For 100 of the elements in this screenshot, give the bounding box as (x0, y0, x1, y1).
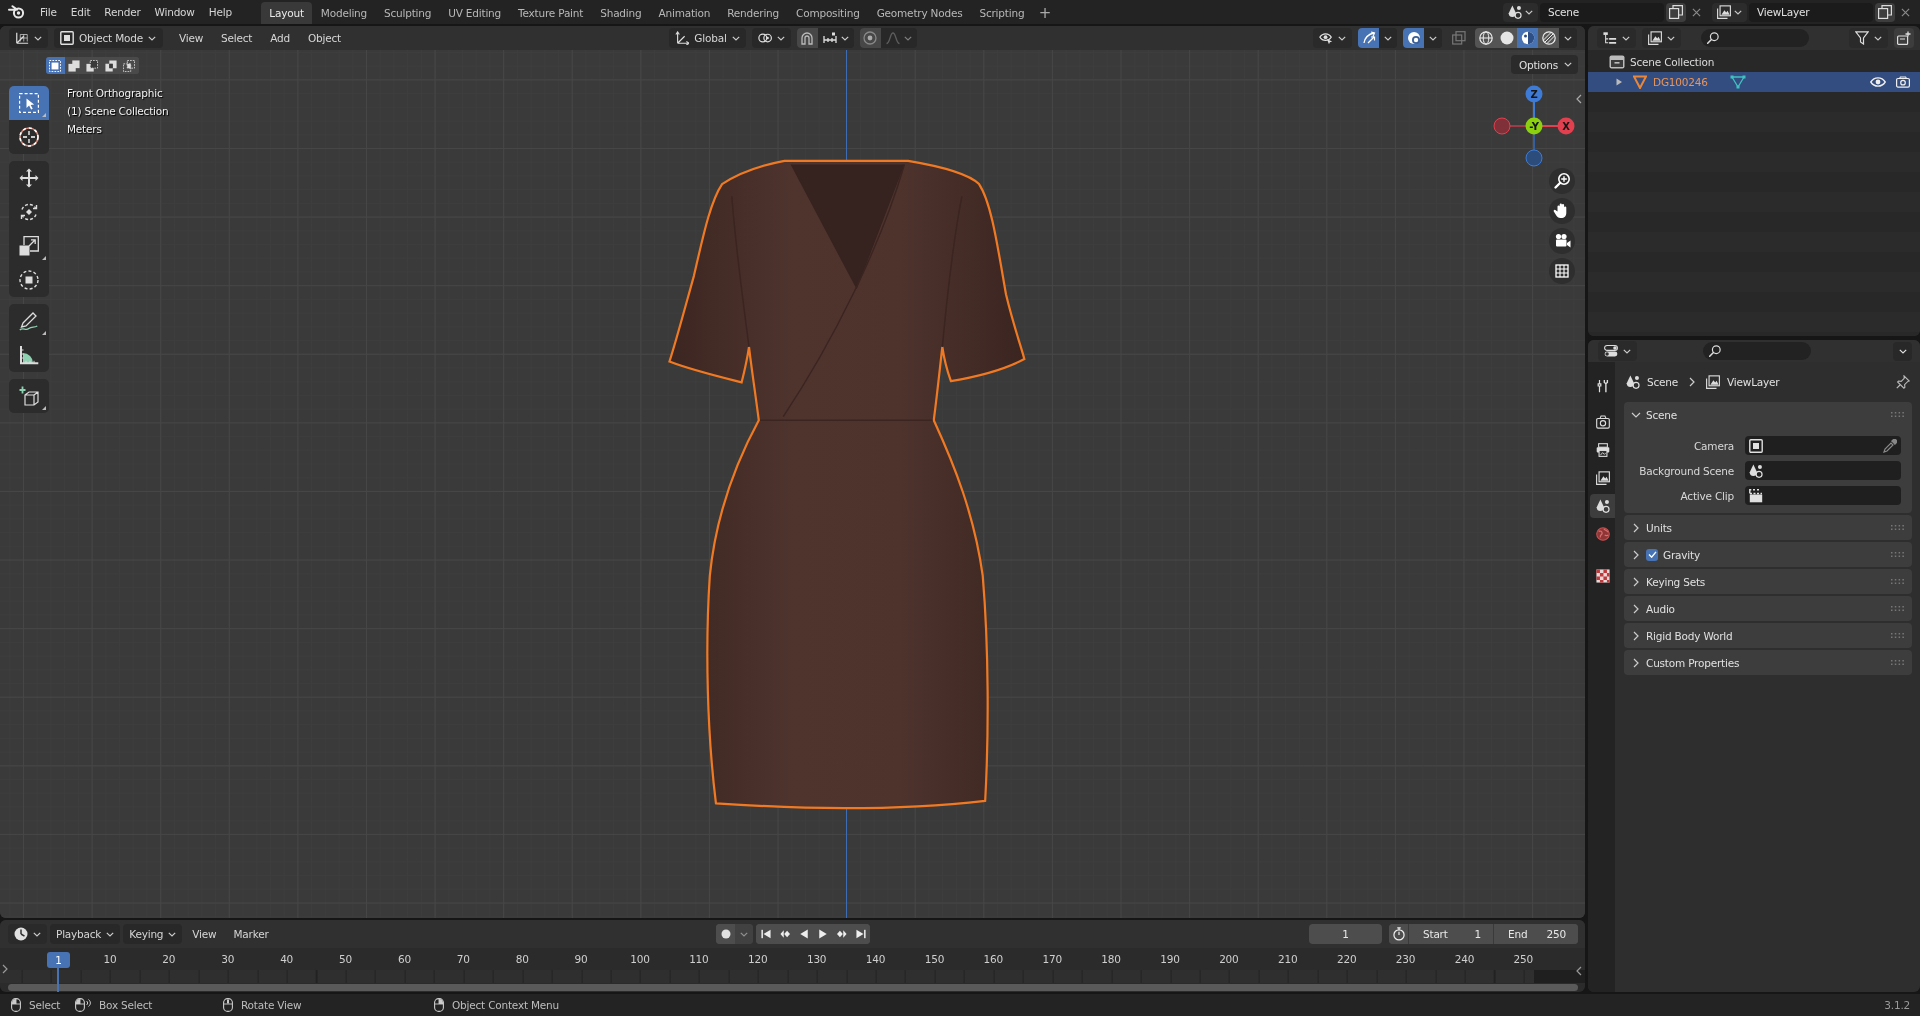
workspace-tab[interactable]: Shading (591, 2, 650, 24)
options-dropdown-button[interactable] (1893, 341, 1912, 361)
tool-button[interactable] (9, 338, 49, 372)
grid-icon[interactable] (1549, 258, 1575, 284)
playhead[interactable]: 1 (47, 952, 70, 968)
panel-title[interactable]: Scene (1646, 408, 1677, 421)
pin-icon[interactable] (1896, 375, 1910, 389)
camera-icon[interactable] (1549, 228, 1575, 254)
close-icon[interactable] (1901, 7, 1910, 17)
chevron-right-icon[interactable] (2, 964, 8, 974)
workspace-tab[interactable]: Texture Paint (509, 2, 592, 24)
current-frame-field[interactable]: 1 (1309, 924, 1382, 944)
editor-type-button[interactable] (9, 28, 48, 48)
editor-type-button[interactable] (1598, 341, 1637, 361)
search-field[interactable] (1701, 29, 1809, 47)
frame-track[interactable] (0, 970, 1585, 983)
panel-title[interactable]: Gravity (1663, 548, 1700, 561)
view-layer-browse-button[interactable] (1712, 2, 1747, 22)
drag-handle-icon[interactable] (1891, 525, 1904, 530)
close-icon[interactable] (1692, 7, 1701, 17)
view-layer-name-field[interactable]: ViewLayer (1749, 2, 1873, 22)
panel-title[interactable]: Units (1646, 521, 1672, 534)
preview-range-toggle[interactable] (1389, 924, 1408, 944)
drag-handle-icon[interactable] (1891, 633, 1904, 638)
selection-mode-button[interactable] (46, 57, 65, 74)
visibility-dropdown[interactable] (1313, 28, 1352, 48)
menu-item[interactable]: View (172, 28, 210, 48)
menu-item[interactable]: Edit (63, 2, 98, 22)
shading-mode-button[interactable] (1496, 28, 1517, 48)
workspace-tab[interactable]: Scripting (970, 2, 1033, 24)
chevron-icon[interactable] (1631, 630, 1641, 641)
menu-item[interactable]: Marker (226, 924, 276, 944)
menu-item[interactable]: Select (215, 28, 259, 48)
copy-button[interactable] (1666, 2, 1686, 22)
menu-item[interactable]: Add (264, 28, 296, 48)
viewport-grid[interactable]: Options Front Orthographic (1) Scene Collection Meters Z -Y X (0, 50, 1585, 918)
workspace-tab[interactable]: Rendering (718, 2, 788, 24)
gizmo-toggle[interactable] (1358, 28, 1379, 48)
chevron-left-icon[interactable] (1576, 94, 1582, 104)
menu-dropdown[interactable]: Playback (50, 924, 121, 944)
tool-button[interactable] (9, 263, 49, 297)
drag-handle-icon[interactable] (1891, 660, 1904, 665)
snap-toggle[interactable] (796, 28, 818, 48)
camera-icon[interactable] (1896, 75, 1910, 89)
display-mode-dropdown[interactable] (1642, 28, 1681, 48)
options-dropdown[interactable]: Options (1510, 55, 1578, 74)
workspace-tab[interactable]: Geometry Nodes (868, 2, 971, 24)
copy-button[interactable] (1875, 2, 1895, 22)
menu-item[interactable]: Object (302, 28, 347, 48)
panel-title[interactable]: Keying Sets (1646, 575, 1706, 588)
scrollbar[interactable] (8, 984, 1578, 991)
collection-name[interactable]: Scene Collection (1630, 56, 1715, 68)
workspace-tab[interactable]: Layout (260, 2, 313, 24)
chevron-icon[interactable] (1631, 522, 1641, 533)
menu-item[interactable]: Render (97, 2, 148, 22)
mode-dropdown[interactable]: Object Mode (54, 28, 163, 48)
axis-handle-icon[interactable] (1493, 117, 1511, 135)
workspace-tab[interactable]: Compositing (787, 2, 869, 24)
scene-browse-button[interactable] (1503, 2, 1538, 22)
panel-title[interactable]: Audio (1646, 602, 1675, 615)
app-logo-icon[interactable] (8, 5, 25, 19)
workspace-tab[interactable]: UV Editing (439, 2, 510, 24)
axis-handle[interactable]: Z (1525, 85, 1543, 103)
tool-button[interactable] (9, 379, 49, 413)
object-picker-field[interactable] (1745, 486, 1901, 505)
menu-item[interactable]: File (33, 2, 64, 22)
new-collection-button[interactable] (1894, 28, 1914, 48)
menu-dropdown[interactable]: Keying (123, 924, 183, 944)
drag-handle-icon[interactable] (1891, 606, 1904, 611)
workspace-tab[interactable]: Animation (650, 2, 719, 24)
object-picker-field[interactable] (1745, 436, 1901, 455)
drag-handle-icon[interactable] (1891, 579, 1904, 584)
eyedropper-icon[interactable] (1883, 438, 1897, 453)
scene-name-field[interactable]: Scene (1540, 2, 1664, 22)
workspace-tab[interactable]: Modeling (312, 2, 376, 24)
drag-handle-icon[interactable] (1891, 412, 1904, 417)
filter-dropdown[interactable] (1849, 28, 1888, 48)
breadcrumb-item[interactable]: Scene (1647, 376, 1678, 388)
menu-item[interactable]: Help (201, 2, 239, 22)
breadcrumb-item[interactable]: ViewLayer (1727, 376, 1780, 388)
tool-button[interactable] (9, 86, 49, 120)
menu-item[interactable]: View (185, 924, 224, 944)
axis-handle[interactable]: -Y (1525, 117, 1543, 135)
dress-model[interactable] (667, 157, 1028, 812)
chevron-left-icon[interactable] (1576, 966, 1582, 976)
shading-mode-button[interactable] (1475, 28, 1496, 48)
object-name[interactable]: DG100246 (1653, 76, 1708, 88)
end-frame-field[interactable]: End 250 (1493, 924, 1578, 944)
chevron-icon[interactable] (1631, 576, 1641, 587)
axis-handle[interactable]: X (1557, 117, 1575, 135)
tool-button[interactable] (9, 161, 49, 195)
shading-mode-button[interactable] (1538, 28, 1559, 48)
expand-triangle-icon[interactable] (1615, 78, 1623, 86)
chevron-icon[interactable] (1631, 549, 1641, 560)
object-picker-field[interactable] (1745, 461, 1901, 480)
chevron-icon[interactable] (1631, 657, 1641, 668)
outliner-row[interactable]: DG100246 (1588, 72, 1920, 92)
add-workspace-button[interactable]: + (1032, 2, 1058, 24)
orientation-dropdown[interactable]: Global (669, 28, 746, 48)
axis-handle-icon[interactable] (1525, 149, 1543, 167)
